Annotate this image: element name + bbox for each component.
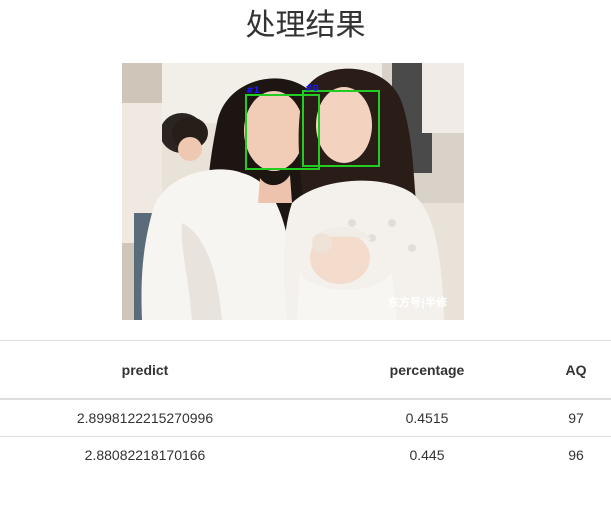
table-row: 2.88082218170166 0.445 96 xyxy=(0,437,611,474)
cell-aq-value: 97 xyxy=(568,410,584,426)
watermark-text: 东方号|半修 xyxy=(388,295,448,309)
face-label-right: #0 xyxy=(305,84,319,94)
header-aq: AQ xyxy=(564,340,611,400)
cell-predict: 2.8998122215270996 xyxy=(0,399,290,437)
header-percentage: percentage xyxy=(290,340,564,400)
result-image: #1 #0 东方号|半修 xyxy=(122,63,464,320)
cell-aq: 97 xyxy=(564,399,611,437)
table-header-row: predict percentage AQ xyxy=(0,340,611,400)
header-predict: predict xyxy=(0,340,290,400)
cell-percentage: 0.4515 xyxy=(290,399,564,437)
cell-aq-value: 96 xyxy=(568,447,584,463)
cell-aq: 96 xyxy=(564,437,611,474)
results-table: predict percentage AQ 2.8998122215270996… xyxy=(0,340,611,473)
header-aq-label: AQ xyxy=(565,361,587,378)
face-label-left: #1 xyxy=(246,86,260,96)
table-row: 2.8998122215270996 0.4515 97 xyxy=(0,399,611,437)
cell-percentage: 0.445 xyxy=(409,447,445,463)
page-title: 处理结果 xyxy=(245,8,366,43)
cell-predict: 2.88082218170166 xyxy=(84,447,206,463)
